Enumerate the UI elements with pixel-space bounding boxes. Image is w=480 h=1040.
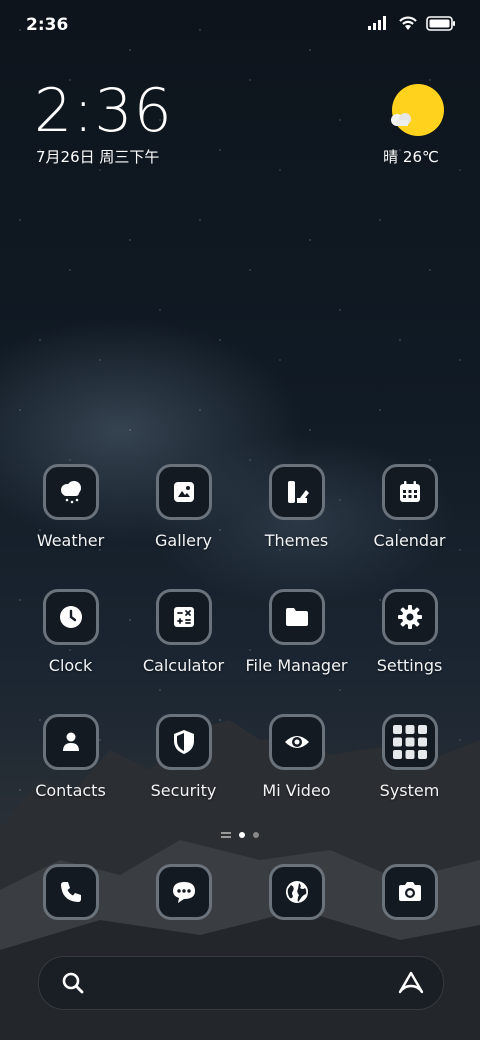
weather-widget[interactable]: 晴 26℃ — [383, 84, 448, 167]
app-label: Weather — [36, 531, 105, 550]
app-weather[interactable]: Weather — [14, 464, 127, 589]
app-security[interactable]: Security — [127, 714, 240, 839]
app-label: Contacts — [35, 781, 106, 800]
clock-widget-time[interactable]: 2:36 — [34, 76, 173, 146]
eye-icon — [284, 736, 309, 748]
app-label: System — [379, 781, 440, 800]
search-bar[interactable] — [38, 956, 444, 1010]
app-label: Calendar — [373, 531, 446, 550]
app-grid: Weather Gallery Themes Calendar Clock Ca… — [14, 464, 466, 839]
app-label: Themes — [264, 531, 329, 550]
browser-globe-icon — [285, 881, 308, 903]
app-system-folder[interactable]: System — [353, 714, 466, 839]
app-label: File Manager — [245, 656, 348, 675]
shield-icon — [173, 730, 194, 754]
dock-messages[interactable] — [127, 864, 240, 920]
themes-icon — [287, 481, 309, 503]
status-time: 2:36 — [26, 15, 69, 35]
page-indicator-minus-one — [221, 832, 231, 838]
page-dot — [253, 832, 259, 838]
battery-icon — [426, 15, 455, 31]
dock — [14, 864, 466, 920]
messages-icon — [172, 882, 195, 903]
app-calendar[interactable]: Calendar — [353, 464, 466, 589]
contacts-icon — [62, 732, 79, 751]
gear-icon — [397, 605, 422, 629]
system-folder-icon — [392, 725, 427, 759]
app-clock[interactable]: Clock — [14, 589, 127, 714]
dock-browser[interactable] — [240, 864, 353, 920]
assistant-icon[interactable] — [397, 970, 425, 996]
app-contacts[interactable]: Contacts — [14, 714, 127, 839]
phone-icon — [60, 882, 81, 902]
status-bar: 2:36 — [0, 0, 480, 50]
dock-phone[interactable] — [14, 864, 127, 920]
dock-camera[interactable] — [353, 864, 466, 920]
app-label: Mi Video — [262, 781, 331, 800]
camera-icon — [398, 882, 421, 901]
app-label: Gallery — [155, 531, 212, 550]
app-settings[interactable]: Settings — [353, 589, 466, 714]
weather-text: 晴 26℃ — [383, 148, 439, 166]
search-icon[interactable] — [61, 971, 85, 995]
app-file-manager[interactable]: File Manager — [240, 589, 353, 714]
app-label: Settings — [376, 656, 443, 675]
weather-icon — [60, 481, 81, 504]
folder-icon — [285, 608, 308, 626]
app-label: Calculator — [142, 656, 225, 675]
page-dot-active — [239, 832, 245, 838]
app-calculator[interactable]: Calculator — [127, 589, 240, 714]
app-mi-video[interactable]: Mi Video — [240, 714, 353, 839]
app-label: Clock — [48, 656, 93, 675]
sunny-partly-cloudy-icon — [391, 84, 444, 136]
gallery-icon — [173, 482, 194, 502]
wifi-icon — [399, 16, 417, 30]
clock-widget-date[interactable]: 7月26日 周三下午 — [36, 146, 159, 167]
calendar-icon — [399, 481, 420, 502]
app-gallery[interactable]: Gallery — [127, 464, 240, 589]
app-label: Security — [150, 781, 217, 800]
app-themes[interactable]: Themes — [240, 464, 353, 589]
clock-icon — [59, 606, 82, 628]
page-indicator[interactable] — [0, 832, 480, 838]
calculator-icon — [173, 607, 194, 627]
signal-icon — [368, 16, 386, 30]
